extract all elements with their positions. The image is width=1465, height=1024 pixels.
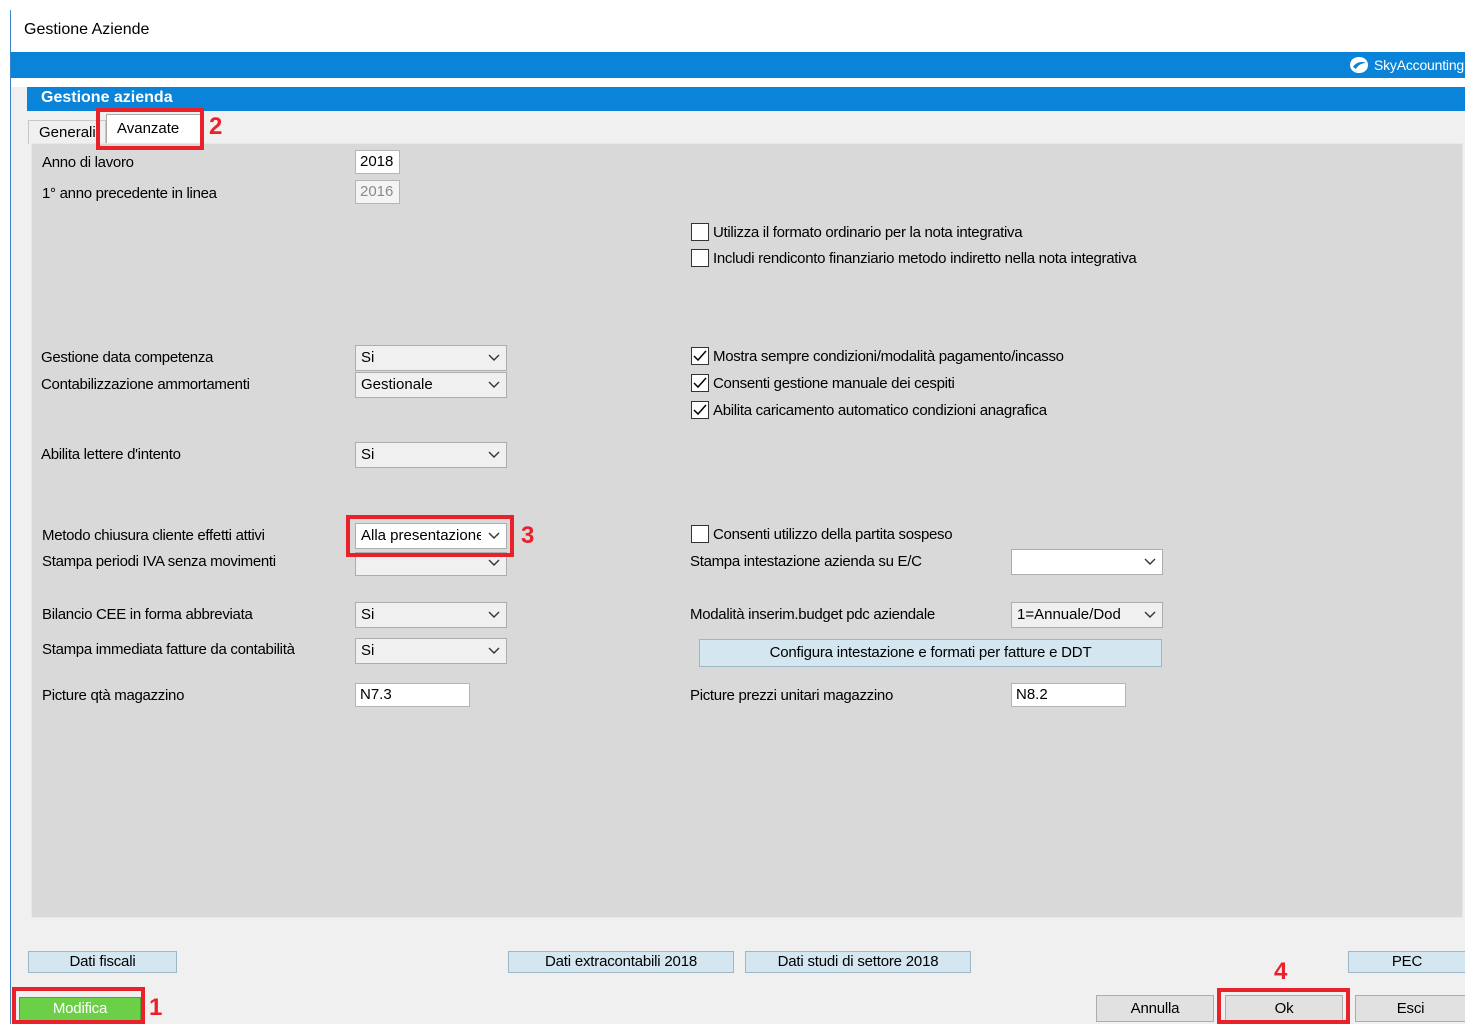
- partita-sospeso-label: Consenti utilizzo della partita sospeso: [713, 525, 953, 543]
- picture-prezzi-field[interactable]: N8.2: [1011, 683, 1126, 707]
- formato-ordinario-label: Utilizza il formato ordinario per la not…: [713, 223, 1023, 241]
- checkbox-box[interactable]: [691, 347, 709, 365]
- gestione-data-value: Si: [361, 349, 375, 366]
- stampa-intestazione-select[interactable]: [1011, 549, 1163, 575]
- caricamento-auto-checkbox[interactable]: Abilita caricamento automatico condizion…: [691, 401, 1047, 419]
- checkmark-icon: [693, 377, 707, 389]
- stampa-periodi-label: Stampa periodi IVA senza movimenti: [42, 553, 276, 570]
- chevron-down-icon: [488, 611, 500, 618]
- checkbox-box[interactable]: [691, 374, 709, 392]
- contabilizzazione-value: Gestionale: [361, 376, 433, 393]
- anno-precedente-label: 1° anno precedente in linea: [42, 185, 217, 202]
- section-header: Gestione azienda: [27, 87, 1465, 111]
- bilancio-cee-select[interactable]: Si: [355, 602, 507, 628]
- bottom-separator: [11, 928, 1465, 938]
- stampa-periodi-select[interactable]: [355, 552, 507, 576]
- cespiti-label: Consenti gestione manuale dei cespiti: [713, 374, 955, 392]
- advanced-settings-panel: Anno di lavoro 2018 1° anno precedente i…: [31, 143, 1463, 918]
- lettere-intento-label: Abilita lettere d'intento: [41, 446, 181, 463]
- modalita-budget-value: 1=Annuale/Dod: [1017, 606, 1121, 623]
- mostra-condizioni-label: Mostra sempre condizioni/modalità pagame…: [713, 347, 1064, 365]
- mostra-condizioni-checkbox[interactable]: Mostra sempre condizioni/modalità pagame…: [691, 347, 1064, 365]
- modifica-button[interactable]: Modifica: [19, 997, 141, 1021]
- picture-qta-label: Picture qtà magazzino: [42, 687, 185, 704]
- bilancio-cee-value: Si: [361, 606, 375, 623]
- chevron-down-icon: [488, 647, 500, 654]
- stampa-immediata-value: Si: [361, 642, 375, 659]
- dati-studi-settore-button[interactable]: Dati studi di settore 2018: [745, 951, 971, 973]
- chevron-down-icon: [488, 354, 500, 361]
- gestione-data-label: Gestione data competenza: [41, 349, 214, 366]
- formato-ordinario-checkbox[interactable]: Utilizza il formato ordinario per la not…: [691, 223, 1023, 241]
- ok-button[interactable]: Ok: [1225, 995, 1343, 1022]
- anno-lavoro-field[interactable]: 2018: [355, 150, 400, 174]
- picture-prezzi-label: Picture prezzi unitari magazzino: [690, 687, 893, 704]
- chevron-down-icon: [1144, 558, 1156, 565]
- dati-fiscali-button[interactable]: Dati fiscali: [28, 951, 177, 973]
- annotation-number-2: 2: [209, 113, 223, 140]
- tab-avanzate[interactable]: Avanzate: [106, 114, 203, 144]
- checkbox-box[interactable]: [691, 401, 709, 419]
- metodo-chiusura-value: Alla presentazione: [361, 527, 481, 544]
- picture-qta-field[interactable]: N7.3: [355, 683, 470, 707]
- checkmark-icon: [693, 350, 707, 362]
- contabilizzazione-label: Contabilizzazione ammortamenti: [41, 376, 250, 393]
- title-bar: Gestione Aziende: [11, 10, 1465, 52]
- chevron-down-icon: [488, 559, 500, 566]
- esci-button[interactable]: Esci: [1355, 995, 1465, 1022]
- sky-logo-icon: [1349, 57, 1368, 73]
- brand-logo: SkyAccounting: [1349, 56, 1464, 74]
- caricamento-auto-label: Abilita caricamento automatico condizion…: [713, 401, 1047, 419]
- configura-intestazione-button[interactable]: Configura intestazione e formati per fat…: [699, 639, 1162, 667]
- partita-sospeso-checkbox[interactable]: Consenti utilizzo della partita sospeso: [691, 525, 953, 543]
- chevron-down-icon: [488, 451, 500, 458]
- modalita-budget-select[interactable]: 1=Annuale/Dod: [1011, 602, 1163, 628]
- dati-extracontabili-button[interactable]: Dati extracontabili 2018: [508, 951, 734, 973]
- anno-lavoro-label: Anno di lavoro: [42, 154, 134, 171]
- lettere-intento-value: Si: [361, 446, 375, 463]
- rendiconto-label: Includi rendiconto finanziario metodo in…: [713, 249, 1137, 267]
- brand-name: SkyAccounting: [1373, 57, 1464, 73]
- rendiconto-checkbox[interactable]: Includi rendiconto finanziario metodo in…: [691, 249, 1137, 267]
- gestione-data-select[interactable]: Si: [355, 345, 507, 371]
- checkmark-icon: [693, 404, 707, 416]
- chevron-down-icon: [1144, 611, 1156, 618]
- tab-generali[interactable]: Generali: [28, 120, 106, 144]
- anno-precedente-field: 2016: [355, 180, 400, 204]
- annotation-number-1: 1: [149, 994, 163, 1021]
- stampa-intestazione-label: Stampa intestazione azienda su E/C: [690, 553, 922, 570]
- metodo-chiusura-select[interactable]: Alla presentazione: [355, 523, 507, 549]
- annotation-number-4: 4: [1274, 958, 1288, 985]
- contabilizzazione-select[interactable]: Gestionale: [355, 372, 507, 398]
- bilancio-cee-label: Bilancio CEE in forma abbreviata: [42, 606, 253, 623]
- checkbox-box[interactable]: [691, 223, 709, 241]
- application-window: Gestione Aziende SkyAccounting Gestione …: [10, 10, 1465, 1024]
- checkbox-box[interactable]: [691, 525, 709, 543]
- chevron-down-icon: [488, 381, 500, 388]
- annotation-number-3: 3: [521, 522, 535, 549]
- brand-bar: SkyAccounting: [11, 52, 1465, 78]
- stampa-immediata-select[interactable]: Si: [355, 638, 507, 664]
- section-title: Gestione azienda: [41, 89, 173, 106]
- window-title: Gestione Aziende: [24, 21, 150, 38]
- tab-strip: Generali Avanzate: [27, 111, 1465, 145]
- lettere-intento-select[interactable]: Si: [355, 442, 507, 468]
- chevron-down-icon: [488, 532, 500, 539]
- modalita-budget-label: Modalità inserim.budget pdc aziendale: [690, 606, 935, 623]
- cespiti-checkbox[interactable]: Consenti gestione manuale dei cespiti: [691, 374, 955, 392]
- annulla-button[interactable]: Annulla: [1096, 995, 1214, 1022]
- pec-button[interactable]: PEC: [1348, 951, 1465, 973]
- stampa-immediata-label: Stampa immediata fatture da contabilità: [42, 641, 295, 658]
- metodo-chiusura-label: Metodo chiusura cliente effetti attivi: [42, 527, 265, 544]
- header-gap: [11, 78, 1465, 87]
- checkbox-box[interactable]: [691, 249, 709, 267]
